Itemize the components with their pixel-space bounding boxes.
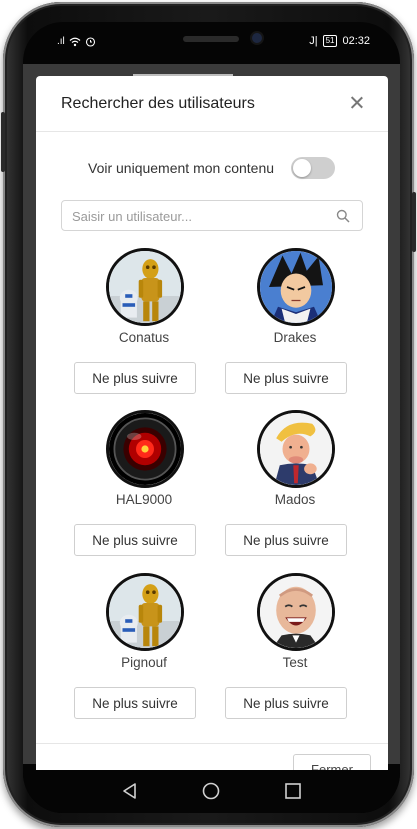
wifi-icon [69,37,81,46]
speaker-grille [183,36,239,42]
alarm-icon [85,37,95,47]
android-navbar [23,770,400,813]
status-time: 02:32 [342,35,370,47]
volume-button [1,112,5,172]
user-search-box [61,200,363,231]
username: Test [282,655,308,670]
unfollow-button[interactable]: Ne plus suivre [225,687,347,719]
back-icon[interactable] [119,780,141,802]
username: Drakes [273,330,317,345]
c3po-avatar[interactable] [106,248,184,326]
unfollow-button[interactable]: Ne plus suivre [74,362,196,394]
power-button [412,192,416,252]
user-card-hal9000: HAL9000 Ne plus suivre [74,410,214,580]
sim-indicator: J| [309,35,318,47]
status-right: J| 51 02:32 [309,35,370,47]
user-card-drakes: Drakes Ne plus suivre [225,248,365,418]
battery-indicator: 51 [322,35,338,47]
own-content-toggle-row: Voir uniquement mon contenu [36,156,388,182]
unfollow-button[interactable]: Ne plus suivre [225,362,347,394]
user-card-pignouf: Pignouf Ne plus suivre [74,573,214,743]
laughing-man-avatar[interactable] [257,573,335,651]
status-bar: .ıl J| 51 02:32 [23,22,400,64]
home-icon[interactable] [200,780,222,802]
phone-frame: .ıl J| 51 02:32 Rechercher des utilisate… [1,2,416,827]
toggle-label: Voir uniquement mon contenu [88,160,275,176]
unfollow-button[interactable]: Ne plus suivre [225,524,347,556]
close-icon[interactable] [346,92,368,114]
user-card-mados: Mados Ne plus suivre [225,410,365,580]
user-card-conatus: Conatus Ne plus suivre [74,248,214,418]
cartoon-man-avatar[interactable] [257,410,335,488]
hal9000-eye-avatar[interactable] [106,410,184,488]
toggle-knob [293,159,311,177]
user-card-test: Test Ne plus suivre [225,573,365,743]
modal-title: Rechercher des utilisateurs [61,95,255,112]
c3po-avatar[interactable] [106,573,184,651]
own-content-toggle[interactable] [291,157,335,179]
modal-header: Rechercher des utilisateurs [36,76,388,132]
username: Mados [274,492,316,507]
unfollow-button[interactable]: Ne plus suivre [74,687,196,719]
username: HAL9000 [115,492,173,507]
signal-indicator: .ıl [57,36,65,47]
front-camera [252,33,262,43]
search-input[interactable] [72,206,322,226]
username: Conatus [118,330,170,345]
anime-warrior-avatar[interactable] [257,248,335,326]
status-left: .ıl [57,36,96,47]
recent-apps-icon[interactable] [282,780,304,802]
unfollow-button[interactable]: Ne plus suivre [74,524,196,556]
phone-screen: .ıl J| 51 02:32 Rechercher des utilisate… [23,22,400,813]
search-users-modal: Rechercher des utilisateurs Voir uniquem… [36,76,388,776]
username: Pignouf [121,655,167,670]
search-icon[interactable] [336,209,350,223]
